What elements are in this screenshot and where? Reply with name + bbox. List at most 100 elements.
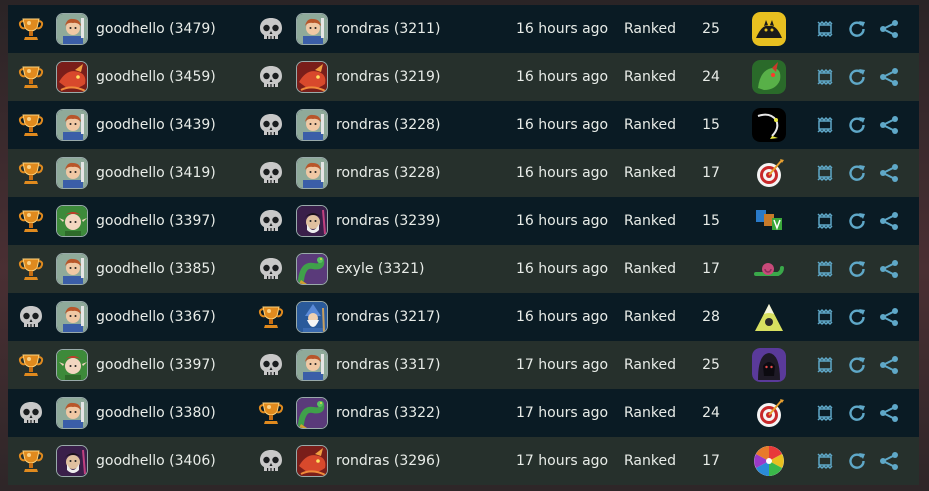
player2-name[interactable]: rondras (3228) xyxy=(336,149,440,197)
player-avatar[interactable] xyxy=(296,437,328,485)
rematch-icon[interactable] xyxy=(846,245,868,293)
deck-icon[interactable] xyxy=(752,149,786,197)
trophy-icon xyxy=(14,53,48,101)
player-avatar[interactable] xyxy=(296,293,328,341)
share-icon[interactable] xyxy=(877,5,901,53)
rematch-icon[interactable] xyxy=(846,197,868,245)
player-avatar[interactable] xyxy=(296,53,328,101)
player-avatar[interactable] xyxy=(56,293,88,341)
player-avatar[interactable] xyxy=(296,245,328,293)
player-avatar[interactable] xyxy=(56,389,88,437)
deck-icon[interactable] xyxy=(752,53,786,101)
player-avatar[interactable] xyxy=(56,245,88,293)
share-icon[interactable] xyxy=(877,293,901,341)
share-icon[interactable] xyxy=(877,389,901,437)
player-avatar[interactable] xyxy=(296,149,328,197)
player2-name[interactable]: rondras (3322) xyxy=(336,389,440,437)
rematch-icon[interactable] xyxy=(846,101,868,149)
deck-icon[interactable] xyxy=(752,389,786,437)
player-avatar[interactable] xyxy=(296,101,328,149)
match-history-panel: goodhello (3479) rondras (3211) 16 hours a… xyxy=(0,0,929,491)
player2-name[interactable]: exyle (3321) xyxy=(336,245,424,293)
player-avatar[interactable] xyxy=(296,5,328,53)
match-row[interactable]: goodhello (3385) exyle (3321) 16 hours ago… xyxy=(8,245,919,293)
player-avatar[interactable] xyxy=(56,5,88,53)
player1-name[interactable]: goodhello (3479) xyxy=(96,5,216,53)
match-row[interactable]: goodhello (3479) rondras (3211) 16 hours a… xyxy=(8,5,919,53)
player-avatar[interactable] xyxy=(56,197,88,245)
deck-icon[interactable] xyxy=(752,197,786,245)
rematch-icon[interactable] xyxy=(846,5,868,53)
player2-name[interactable]: rondras (3228) xyxy=(336,101,440,149)
player1-name[interactable]: goodhello (3367) xyxy=(96,293,216,341)
replay-icon[interactable] xyxy=(814,53,836,101)
replay-icon[interactable] xyxy=(814,101,836,149)
replay-icon[interactable] xyxy=(814,149,836,197)
skull-icon xyxy=(254,5,288,53)
player-avatar[interactable] xyxy=(56,437,88,485)
player1-name[interactable]: goodhello (3397) xyxy=(96,197,216,245)
match-row[interactable]: goodhello (3380) rondras (3322) 17 hours a… xyxy=(8,389,919,437)
skull-icon xyxy=(14,389,48,437)
share-icon[interactable] xyxy=(877,53,901,101)
player1-name[interactable]: goodhello (3380) xyxy=(96,389,216,437)
match-row[interactable]: goodhello (3367) rondras (3217) 16 hours a… xyxy=(8,293,919,341)
match-row[interactable]: goodhello (3419) rondras (3228) 16 hours a… xyxy=(8,149,919,197)
rematch-icon[interactable] xyxy=(846,53,868,101)
player1-name[interactable]: goodhello (3459) xyxy=(96,53,216,101)
skull-icon xyxy=(254,245,288,293)
replay-icon[interactable] xyxy=(814,245,836,293)
player2-name[interactable]: rondras (3239) xyxy=(336,197,440,245)
replay-icon[interactable] xyxy=(814,389,836,437)
player-avatar[interactable] xyxy=(296,389,328,437)
player-avatar[interactable] xyxy=(56,341,88,389)
player2-name[interactable]: rondras (3217) xyxy=(336,293,440,341)
share-icon[interactable] xyxy=(877,341,901,389)
share-icon[interactable] xyxy=(877,101,901,149)
player1-name[interactable]: goodhello (3419) xyxy=(96,149,216,197)
deck-icon[interactable] xyxy=(752,245,786,293)
player1-name[interactable]: goodhello (3406) xyxy=(96,437,216,485)
rematch-icon[interactable] xyxy=(846,437,868,485)
player-avatar[interactable] xyxy=(56,149,88,197)
skull-icon xyxy=(254,437,288,485)
deck-icon[interactable] xyxy=(752,101,786,149)
replay-icon[interactable] xyxy=(814,293,836,341)
player2-name[interactable]: rondras (3211) xyxy=(336,5,440,53)
player-avatar[interactable] xyxy=(56,101,88,149)
player1-name[interactable]: goodhello (3397) xyxy=(96,341,216,389)
share-icon[interactable] xyxy=(877,245,901,293)
trophy-icon xyxy=(254,293,288,341)
replay-icon[interactable] xyxy=(814,437,836,485)
share-icon[interactable] xyxy=(877,437,901,485)
match-row[interactable]: goodhello (3439) rondras (3228) 16 hours a… xyxy=(8,101,919,149)
replay-icon[interactable] xyxy=(814,197,836,245)
deck-icon[interactable] xyxy=(752,5,786,53)
deck-icon[interactable] xyxy=(752,341,786,389)
share-icon[interactable] xyxy=(877,149,901,197)
share-icon[interactable] xyxy=(877,197,901,245)
player2-name[interactable]: rondras (3317) xyxy=(336,341,440,389)
rematch-icon[interactable] xyxy=(846,389,868,437)
match-time: 16 hours ago xyxy=(516,165,609,181)
trophy-icon xyxy=(14,149,48,197)
match-row[interactable]: goodhello (3406) rondras (3296) 17 hours a… xyxy=(8,437,919,485)
rematch-icon[interactable] xyxy=(846,149,868,197)
replay-icon[interactable] xyxy=(814,341,836,389)
player2-name[interactable]: rondras (3219) xyxy=(336,53,440,101)
player1-name[interactable]: goodhello (3385) xyxy=(96,245,216,293)
rematch-icon[interactable] xyxy=(846,293,868,341)
player-avatar[interactable] xyxy=(56,53,88,101)
rematch-icon[interactable] xyxy=(846,341,868,389)
player-avatar[interactable] xyxy=(296,197,328,245)
match-row[interactable]: goodhello (3459) rondras (3219) 16 hours a… xyxy=(8,53,919,101)
player2-name[interactable]: rondras (3296) xyxy=(336,437,440,485)
deck-icon[interactable] xyxy=(752,437,786,485)
match-row[interactable]: goodhello (3397) rondras (3317) 17 hours a… xyxy=(8,341,919,389)
match-mode: Ranked xyxy=(624,357,676,373)
player1-name[interactable]: goodhello (3439) xyxy=(96,101,216,149)
deck-icon[interactable] xyxy=(752,293,786,341)
match-row[interactable]: goodhello (3397) rondras (3239) 16 hours a… xyxy=(8,197,919,245)
player-avatar[interactable] xyxy=(296,341,328,389)
replay-icon[interactable] xyxy=(814,5,836,53)
